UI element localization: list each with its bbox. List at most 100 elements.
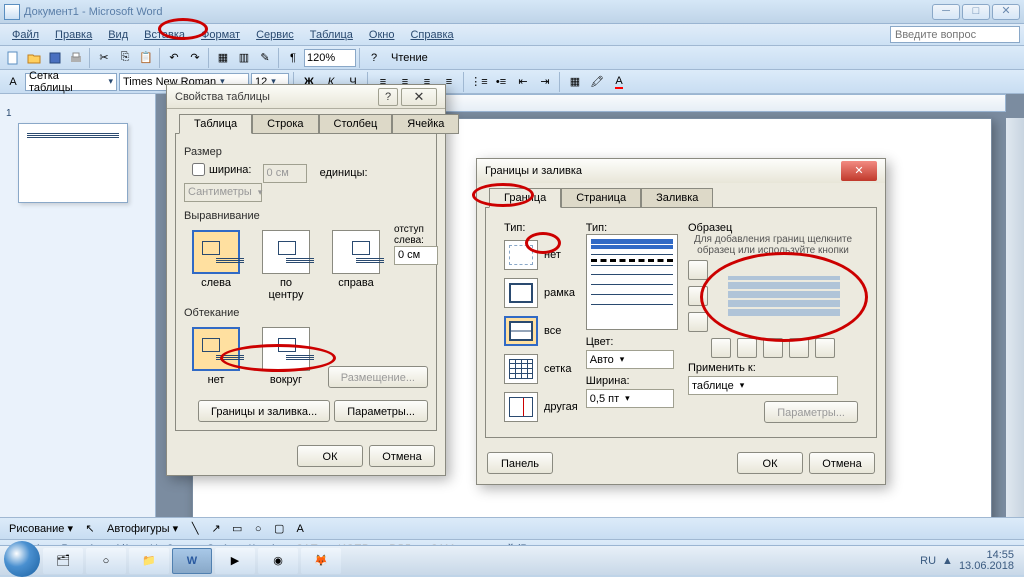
increase-indent-icon[interactable]: ⇥: [535, 72, 555, 92]
line-style-list[interactable]: [586, 234, 678, 330]
taskbar-explorer[interactable]: 🗂: [43, 548, 83, 574]
print-icon[interactable]: [66, 48, 86, 68]
tab-border[interactable]: Граница: [489, 188, 561, 208]
cancel-button[interactable]: Отмена: [369, 445, 435, 467]
taskbar-word[interactable]: W: [172, 548, 212, 574]
font-color-icon[interactable]: A: [609, 72, 629, 92]
textbox-icon[interactable]: ▢: [269, 519, 289, 539]
border-type-grid[interactable]: [504, 354, 538, 384]
taskbar-media[interactable]: ▶: [215, 548, 255, 574]
numbering-icon[interactable]: ⋮≡: [469, 72, 489, 92]
tab-column[interactable]: Столбец: [319, 114, 393, 134]
autoshapes-menu[interactable]: Автофигуры ▾: [101, 519, 184, 538]
preview-inner-v-border-button[interactable]: [763, 338, 783, 358]
help-icon[interactable]: ?: [364, 48, 384, 68]
dialog-close-button[interactable]: ✕: [401, 88, 437, 106]
taskbar-firefox[interactable]: 🦊: [301, 548, 341, 574]
wrap-around-option[interactable]: [262, 327, 310, 371]
color-combo[interactable]: Авто: [586, 350, 674, 369]
style-combo[interactable]: Сетка таблицы: [25, 73, 117, 91]
width-checkbox[interactable]: ширина:: [192, 163, 251, 176]
indent-input[interactable]: [394, 246, 438, 265]
start-button[interactable]: [4, 541, 40, 577]
panel-button[interactable]: Панель: [487, 452, 553, 474]
save-icon[interactable]: [45, 48, 65, 68]
preview-bottom-border-button[interactable]: [688, 312, 708, 332]
preview-top-border-button[interactable]: [688, 260, 708, 280]
border-width-combo[interactable]: 0,5 пт: [586, 389, 674, 408]
wordart-icon[interactable]: A: [290, 519, 310, 539]
decrease-indent-icon[interactable]: ⇤: [513, 72, 533, 92]
preview-inner-h-border-button[interactable]: [688, 286, 708, 306]
menu-format[interactable]: Формат: [193, 27, 248, 43]
copy-icon[interactable]: ⎘: [115, 48, 135, 68]
dialog2-close-button[interactable]: ✕: [841, 161, 877, 181]
align-left-option[interactable]: [192, 230, 240, 274]
wrap-none-option[interactable]: [192, 327, 240, 371]
preview-diag2-button[interactable]: [815, 338, 835, 358]
table-icon[interactable]: ▦: [213, 48, 233, 68]
line-icon[interactable]: ╲: [185, 519, 205, 539]
menu-tools[interactable]: Сервис: [248, 27, 302, 43]
system-tray[interactable]: RU ▲ 14:5513.06.2018: [914, 550, 1020, 572]
menu-window[interactable]: Окно: [361, 27, 403, 43]
menu-help[interactable]: Справка: [402, 27, 461, 43]
minimize-button[interactable]: ─: [932, 4, 960, 20]
menu-view[interactable]: Вид: [100, 27, 136, 43]
tab-page[interactable]: Страница: [561, 188, 641, 208]
vertical-scrollbar[interactable]: [1006, 118, 1024, 554]
paragraph-marks-icon[interactable]: ¶: [283, 48, 303, 68]
paste-icon[interactable]: 📋: [136, 48, 156, 68]
cut-icon[interactable]: ✂: [94, 48, 114, 68]
styles-pane-icon[interactable]: A: [3, 72, 23, 92]
redo-icon[interactable]: ↷: [185, 48, 205, 68]
menu-table[interactable]: Таблица: [302, 27, 361, 43]
border-type-none[interactable]: [504, 240, 538, 270]
ellipse-icon[interactable]: ○: [248, 519, 268, 539]
align-center-option[interactable]: [262, 230, 310, 274]
dialog-help-button[interactable]: ?: [378, 88, 398, 106]
taskbar-folder[interactable]: 📁: [129, 548, 169, 574]
menu-insert[interactable]: Вставка: [136, 27, 193, 43]
border-type-all[interactable]: [504, 316, 538, 346]
parameters-button[interactable]: Параметры...: [334, 400, 428, 422]
help-search[interactable]: [890, 26, 1020, 43]
preview-sample[interactable]: [714, 268, 854, 324]
menu-edit[interactable]: Правка: [47, 27, 100, 43]
highlight-icon[interactable]: 🖍: [587, 72, 607, 92]
apply-to-combo[interactable]: таблице: [688, 376, 838, 395]
borders-shading-button[interactable]: Границы и заливка...: [198, 400, 330, 422]
border-type-frame[interactable]: [504, 278, 538, 308]
columns-icon[interactable]: ▥: [234, 48, 254, 68]
taskbar-chrome[interactable]: ◉: [258, 548, 298, 574]
page-thumbnail[interactable]: [18, 123, 128, 203]
close-button[interactable]: ✕: [992, 4, 1020, 20]
tab-cell[interactable]: Ячейка: [392, 114, 459, 134]
preview-left-border-button[interactable]: [737, 338, 757, 358]
taskbar-cortana[interactable]: ○: [86, 548, 126, 574]
select-icon[interactable]: ↖: [80, 519, 100, 539]
bullets-icon[interactable]: •≡: [491, 72, 511, 92]
cancel2-button[interactable]: Отмена: [809, 452, 875, 474]
menu-file[interactable]: Файл: [4, 27, 47, 43]
ok2-button[interactable]: ОК: [737, 452, 803, 474]
drawing-menu[interactable]: Рисование ▾: [3, 519, 79, 538]
arrow-icon[interactable]: ↗: [206, 519, 226, 539]
drawing-icon[interactable]: ✎: [255, 48, 275, 68]
preview-right-border-button[interactable]: [789, 338, 809, 358]
rectangle-icon[interactable]: ▭: [227, 519, 247, 539]
ok-button[interactable]: ОК: [297, 445, 363, 467]
restore-button[interactable]: □: [962, 4, 990, 20]
new-doc-icon[interactable]: [3, 48, 23, 68]
preview-diag-button[interactable]: [711, 338, 731, 358]
align-right-option[interactable]: [332, 230, 380, 274]
border-type-other[interactable]: [504, 392, 538, 422]
reading-mode[interactable]: Чтение: [385, 49, 434, 67]
open-icon[interactable]: [24, 48, 44, 68]
tab-row[interactable]: Строка: [252, 114, 318, 134]
tab-shading[interactable]: Заливка: [641, 188, 713, 208]
borders-icon[interactable]: ▦: [565, 72, 585, 92]
tab-table[interactable]: Таблица: [179, 114, 252, 134]
undo-icon[interactable]: ↶: [164, 48, 184, 68]
zoom-combo[interactable]: [304, 49, 356, 67]
